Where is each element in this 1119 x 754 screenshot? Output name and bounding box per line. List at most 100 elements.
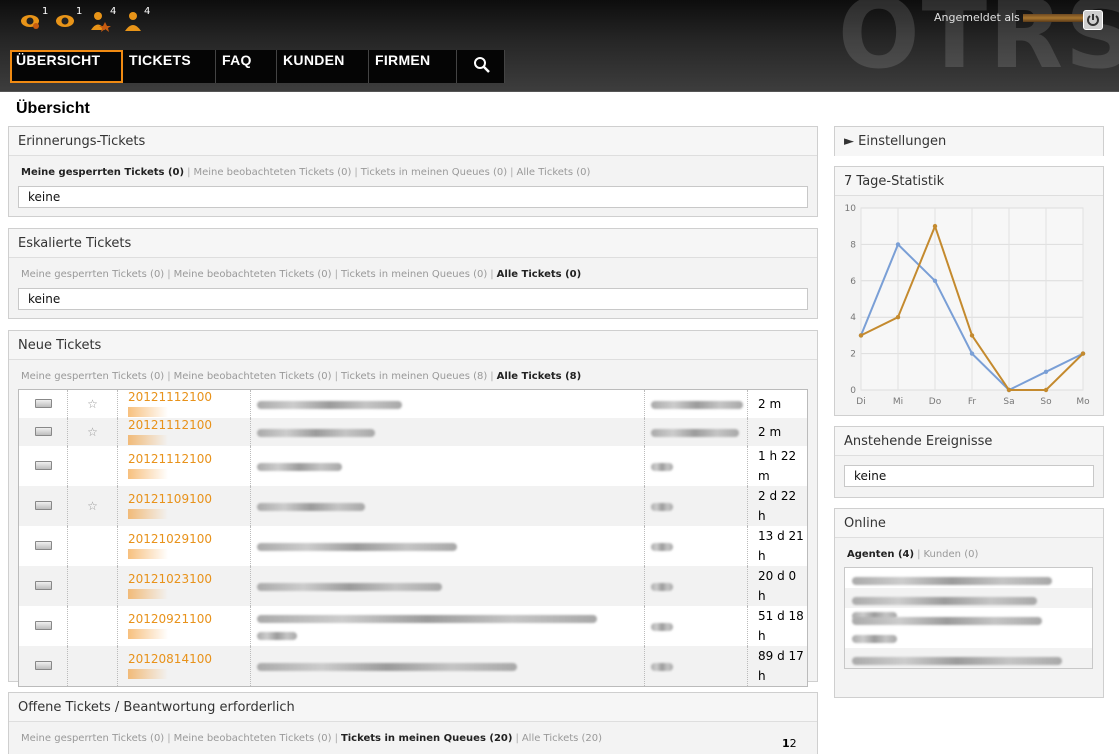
- empty-message: keine: [18, 288, 808, 310]
- table-row[interactable]: 20120921100 51 d 18 h: [18, 606, 808, 646]
- nav-customers[interactable]: KUNDEN: [277, 50, 369, 83]
- filter-bar: Meine gesperrten Tickets (0) | Meine beoba…: [21, 167, 591, 178]
- star-icon[interactable]: ☆: [87, 499, 98, 513]
- widget-title: 7 Tage-Statistik: [835, 167, 1103, 196]
- toolbar-count-2: 1: [76, 6, 83, 17]
- user-name: [1022, 14, 1089, 22]
- ticket-number-text[interactable]: 20121029100: [128, 532, 212, 546]
- watch-star-cell[interactable]: ☆: [67, 418, 118, 446]
- widget-title: Online: [835, 509, 1103, 538]
- watch-star-cell[interactable]: [67, 606, 118, 646]
- responsible-tickets-icon[interactable]: [89, 10, 111, 32]
- watch-star-cell[interactable]: ☆: [67, 486, 118, 526]
- upcoming-events-widget: Anstehende Ereignisse keine: [834, 426, 1104, 498]
- ticket-number[interactable]: 20121112100: [117, 446, 251, 486]
- filter-locked[interactable]: Meine gesperrten Tickets (0): [21, 371, 164, 382]
- online-list: [844, 567, 1093, 669]
- page-1-link[interactable]: 1: [782, 737, 790, 750]
- table-row[interactable]: 20120814100 89 d 17 h: [18, 646, 808, 687]
- ticket-title[interactable]: [250, 606, 645, 646]
- filter-my-queues[interactable]: Tickets in meinen Queues (0): [341, 269, 487, 280]
- ticket-number[interactable]: 20121023100: [117, 566, 251, 606]
- x-tick-label: Mo: [1076, 397, 1090, 407]
- ticket-number-text[interactable]: 20120921100: [128, 612, 212, 626]
- watch-star-cell[interactable]: [67, 566, 118, 606]
- ticket-number[interactable]: 20121112100: [117, 389, 251, 418]
- table-row[interactable]: 20121112100 1 h 22 m: [18, 446, 808, 486]
- ticket-number[interactable]: 20121112100: [117, 418, 251, 446]
- ticket-number-text[interactable]: 20121109100: [128, 492, 212, 506]
- series-2-point: [1043, 387, 1049, 393]
- ticket-number[interactable]: 20120921100: [117, 606, 251, 646]
- filter-my-queues[interactable]: Tickets in meinen Queues (8): [341, 371, 487, 382]
- filter-watched[interactable]: Meine beobachteten Tickets (0): [193, 167, 351, 178]
- watch-star-cell[interactable]: ☆: [67, 389, 118, 418]
- y-tick-label: 8: [850, 240, 856, 250]
- ticket-number-text[interactable]: 20120814100: [128, 652, 212, 666]
- settings-widget[interactable]: ► Einstellungen: [834, 126, 1104, 156]
- ticket-title[interactable]: [250, 646, 645, 687]
- ticket-state-cell: [18, 526, 68, 566]
- filter-bar: Meine gesperrten Tickets (0) | Meine beoba…: [21, 371, 582, 382]
- ticket-title[interactable]: [250, 526, 645, 566]
- ticket-number-text[interactable]: 20121023100: [128, 572, 212, 586]
- watch-star-cell[interactable]: [67, 446, 118, 486]
- ticket-customer: [644, 606, 748, 646]
- ticket-customer: [644, 418, 748, 446]
- login-label: Angemeldet als: [934, 11, 1020, 24]
- widget-title: Anstehende Ereignisse: [835, 427, 1103, 456]
- filter-all[interactable]: Alle Tickets (0): [497, 269, 582, 280]
- ticket-table: ☆ 20121112100 2 m ☆ 20121112100 2 m 2012111210…: [18, 389, 808, 687]
- y-tick-label: 2: [850, 350, 856, 360]
- ticket-title[interactable]: [250, 566, 645, 606]
- ticket-title[interactable]: [250, 389, 645, 418]
- ticket-title[interactable]: [250, 418, 645, 446]
- locked-watched-icon[interactable]: [20, 10, 42, 32]
- table-row[interactable]: ☆ 20121112100 2 m: [18, 418, 808, 446]
- nav-overview[interactable]: ÜBERSICHT: [10, 50, 123, 83]
- star-icon[interactable]: ☆: [87, 425, 98, 439]
- filter-locked[interactable]: Meine gesperrten Tickets (0): [21, 733, 164, 744]
- filter-my-queues[interactable]: Tickets in meinen Queues (0): [361, 167, 507, 178]
- table-row[interactable]: ☆ 20121112100 2 m: [18, 389, 808, 418]
- filter-locked[interactable]: Meine gesperrten Tickets (0): [21, 269, 164, 280]
- settings-toggle[interactable]: ► Einstellungen: [835, 127, 1103, 156]
- tab-agents[interactable]: Agenten (4): [847, 549, 914, 560]
- filter-all[interactable]: Alle Tickets (0): [517, 167, 591, 178]
- online-widget: Online Agenten (4) | Kunden (0): [834, 508, 1104, 698]
- ticket-state-cell: [18, 418, 68, 446]
- filter-locked[interactable]: Meine gesperrten Tickets (0): [21, 167, 184, 178]
- watch-star-cell[interactable]: [67, 646, 118, 687]
- ticket-number[interactable]: 20121029100: [117, 526, 251, 566]
- ticket-number-text[interactable]: 20121112100: [128, 418, 212, 432]
- page-2-link[interactable]: 2: [790, 737, 797, 750]
- table-row[interactable]: ☆ 20121109100 2 d 22 h: [18, 486, 808, 526]
- filter-all[interactable]: Alle Tickets (8): [497, 371, 582, 382]
- watched-tickets-icon[interactable]: [54, 10, 76, 32]
- filter-watched[interactable]: Meine beobachteten Tickets (0): [174, 371, 332, 382]
- ticket-icon: [34, 501, 52, 510]
- tab-customers[interactable]: Kunden (0): [923, 549, 978, 560]
- star-icon[interactable]: ☆: [87, 397, 98, 411]
- filter-watched[interactable]: Meine beobachteten Tickets (0): [174, 269, 332, 280]
- ticket-number[interactable]: 20121109100: [117, 486, 251, 526]
- ticket-number-text[interactable]: 20121112100: [128, 390, 212, 404]
- logout-button[interactable]: [1083, 10, 1103, 30]
- owned-tickets-icon[interactable]: [122, 10, 144, 32]
- ticket-state-cell: [18, 606, 68, 646]
- nav-companies[interactable]: FIRMEN: [369, 50, 457, 83]
- watch-star-cell[interactable]: [67, 526, 118, 566]
- ticket-title[interactable]: [250, 486, 645, 526]
- nav-search[interactable]: [457, 50, 505, 83]
- nav-faq[interactable]: FAQ: [216, 50, 277, 83]
- ticket-number-text[interactable]: 20121112100: [128, 452, 212, 466]
- filter-watched[interactable]: Meine beobachteten Tickets (0): [174, 733, 332, 744]
- filter-all[interactable]: Alle Tickets (20): [522, 733, 602, 744]
- table-row[interactable]: 20121029100 13 d 21 h: [18, 526, 808, 566]
- nav-tickets[interactable]: TICKETS: [123, 50, 216, 83]
- table-row[interactable]: 20121023100 20 d 0 h: [18, 566, 808, 606]
- online-agent-row: [845, 588, 1092, 620]
- ticket-number[interactable]: 20120814100: [117, 646, 251, 687]
- ticket-title[interactable]: [250, 446, 645, 486]
- filter-my-queues[interactable]: Tickets in meinen Queues (20): [341, 733, 513, 744]
